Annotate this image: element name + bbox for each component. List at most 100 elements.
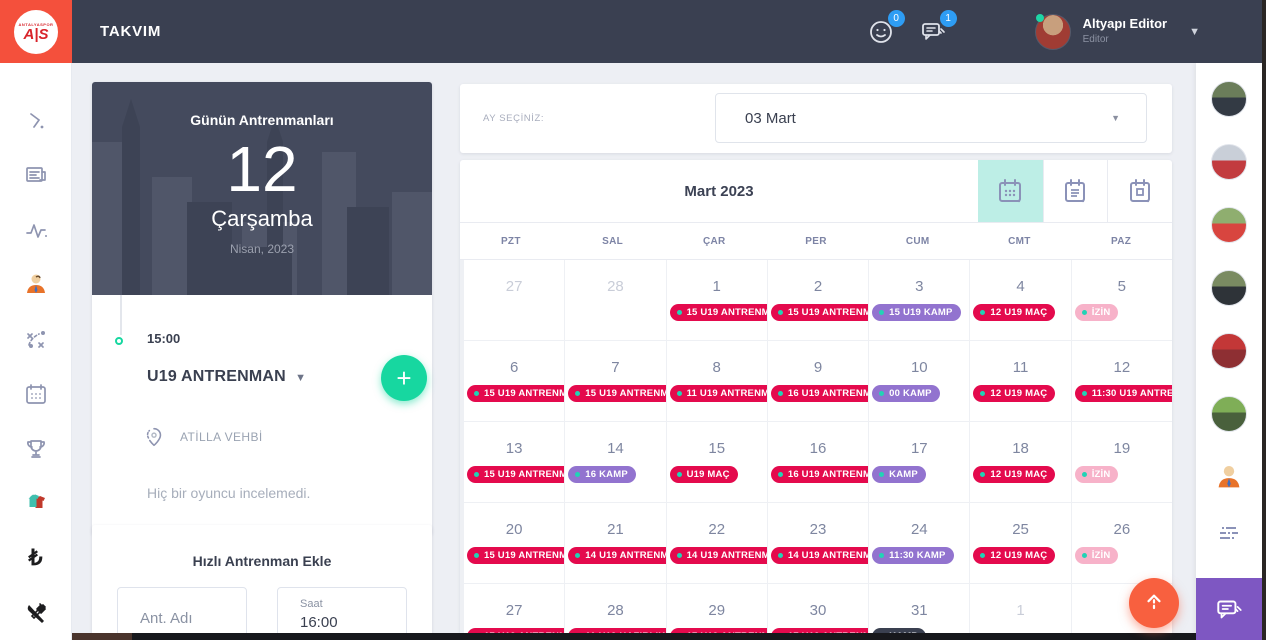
time-field-value[interactable]: 16:00 <box>300 614 406 631</box>
sidebar-nutrition-icon[interactable] <box>0 585 72 640</box>
event-badge[interactable]: 12 U19 MAÇ <box>973 304 1055 321</box>
day-view-toggle[interactable] <box>1107 160 1172 222</box>
event-badge[interactable]: 15 U19 ANTRENMAN <box>467 547 564 564</box>
event-badge[interactable]: 14 U19 ANTRENMAN <box>771 547 868 564</box>
calendar-day-cell[interactable]: 2314 U19 ANTRENMAN <box>768 503 868 583</box>
calendar-day-cell[interactable]: 2411:30 KAMP <box>869 503 969 583</box>
event-badge[interactable]: 16 U19 ANTRENMAN <box>771 466 868 483</box>
event-badge[interactable]: İZİN <box>1075 304 1119 321</box>
sidebar-player-icon[interactable] <box>0 257 72 312</box>
calendar-day-cell[interactable]: 12 11:30 U19 ANTRENMAN <box>1072 341 1172 421</box>
staff-avatar[interactable] <box>1211 207 1247 243</box>
calendar-day-cell[interactable]: 315 U19 KAMP <box>869 260 969 340</box>
event-badge[interactable]: 11 U19 ANTRENMAN <box>670 385 767 402</box>
calendar-day-cell[interactable]: 2114 U19 ANTRENMAN <box>565 503 665 583</box>
scroll-to-top-button[interactable] <box>1129 578 1179 628</box>
calendar-day-cell[interactable]: 1 <box>970 584 1070 640</box>
sidebar-player-button[interactable] <box>1211 459 1247 495</box>
event-badge[interactable]: 15 U19 ANTRENMAN <box>568 385 665 402</box>
event-badge[interactable]: 11:30 U19 ANTRENMAN <box>1075 385 1172 402</box>
app-logo[interactable]: ANTALYASPOR A|S <box>0 0 72 63</box>
event-badge[interactable]: İZİN <box>1075 466 1119 483</box>
calendar-day-cell[interactable]: 31KAMP <box>869 584 969 640</box>
event-badge[interactable]: İZİN <box>1075 547 1119 564</box>
calendar-day-cell[interactable]: 715 U19 ANTRENMAN <box>565 341 665 421</box>
staff-avatar[interactable] <box>1211 396 1247 432</box>
calendar-day-cell[interactable]: 215 U19 ANTRENMAN <box>768 260 868 340</box>
calendar-day-cell[interactable]: 20 15 U19 ANTRENMAN <box>464 503 564 583</box>
calendar-day-cell[interactable]: 2717 U19 ANTRENMAN <box>464 584 564 640</box>
calendar-day-cell[interactable]: 916 U19 ANTRENMAN <box>768 341 868 421</box>
calendar-day-cell[interactable]: 26İZİN <box>1072 503 1172 583</box>
calendar-day-cell[interactable]: 19İZİN <box>1072 422 1172 502</box>
event-badge[interactable]: 15 U19 ANTRENMAN <box>467 385 564 402</box>
event-label: 00 KAMP <box>889 388 932 399</box>
training-name-input[interactable] <box>140 610 240 627</box>
calendar-day-cell[interactable]: 17KAMP <box>869 422 969 502</box>
sidebar-calendar-icon[interactable] <box>0 367 72 422</box>
calendar-day-cell[interactable]: 28 <box>565 260 665 340</box>
calendar-day-cell[interactable]: 811 U19 ANTRENMAN <box>667 341 767 421</box>
calendar-day-cell[interactable]: 5İZİN <box>1072 260 1172 340</box>
mood-notifications-button[interactable]: 0 <box>867 17 897 47</box>
event-badge[interactable]: 15 U19 ANTRENMAN <box>467 466 564 483</box>
messages-button[interactable]: 1 <box>919 17 949 47</box>
event-badge[interactable]: 12 U19 MAÇ <box>973 466 1055 483</box>
calendar-day-cell[interactable]: 15 U19 MAÇ <box>667 422 767 502</box>
event-badge[interactable]: 12 U19 MAÇ <box>973 385 1055 402</box>
calendar-day-cell[interactable]: 2917 U19 ANTRENMAN <box>667 584 767 640</box>
calendar-day-cell[interactable]: 27 <box>464 260 564 340</box>
event-badge[interactable]: 15 U19 ANTRENMAN <box>670 304 767 321</box>
sidebar-activity-icon[interactable] <box>0 202 72 257</box>
calendar-day-cell[interactable]: 22 14 U19 ANTRENMAN <box>667 503 767 583</box>
month-select[interactable]: 03 Mart ▼ <box>715 93 1147 143</box>
day-number: 20 <box>464 521 564 538</box>
chat-panel-button[interactable] <box>1196 578 1262 640</box>
event-badge[interactable]: 11:30 KAMP <box>872 547 953 564</box>
day-number: 15 <box>667 440 767 457</box>
day-number: 6 <box>464 359 564 376</box>
month-view-toggle[interactable] <box>978 160 1043 222</box>
calendar-day-cell[interactable]: 2512 U19 MAÇ <box>970 503 1070 583</box>
agenda-view-toggle[interactable] <box>1043 160 1108 222</box>
event-badge[interactable]: 12 U19 MAÇ <box>973 547 1055 564</box>
calendar-day-cell[interactable]: 412 U19 MAÇ <box>970 260 1070 340</box>
sidebar-lira-icon[interactable]: ₺ <box>0 531 72 586</box>
add-training-button[interactable]: + <box>381 355 427 401</box>
sidebar-jerseys-icon[interactable] <box>0 476 72 531</box>
calendar-day-cell[interactable]: 1416 KAMP <box>565 422 665 502</box>
event-badge[interactable]: 15 U19 ANTRENMAN <box>771 304 868 321</box>
calendar-day-cell[interactable]: 1616 U19 ANTRENMAN <box>768 422 868 502</box>
event-title[interactable]: U19 ANTRENMAN ▼ <box>147 368 306 386</box>
calendar-day-cell[interactable]: 3017 U19 ANTRENMAN <box>768 584 868 640</box>
staff-avatar[interactable] <box>1211 81 1247 117</box>
user-menu[interactable]: Altyapı Editor Editor ▼ <box>1035 14 1200 50</box>
event-badge[interactable]: U19 MAÇ <box>670 466 738 483</box>
day-number: 22 <box>667 521 767 538</box>
event-badge[interactable]: 14 U19 ANTRENMAN <box>568 547 665 564</box>
calendar-day-cell[interactable]: 1812 U19 MAÇ <box>970 422 1070 502</box>
sidebar-trophy-icon[interactable] <box>0 421 72 476</box>
day-number: 12 <box>1072 359 1172 376</box>
calendar-day-cell[interactable]: 1000 KAMP <box>869 341 969 421</box>
event-badge[interactable]: 16 U19 ANTRENMAN <box>771 385 868 402</box>
sidebar-tactics-icon[interactable] <box>0 312 72 367</box>
staff-avatar[interactable] <box>1211 333 1247 369</box>
event-badge[interactable]: 15 U19 KAMP <box>872 304 960 321</box>
calendar-day-cell[interactable]: 115 U19 ANTRENMAN <box>667 260 767 340</box>
event-dot-icon <box>474 472 479 477</box>
roster-list-button[interactable] <box>1211 515 1247 551</box>
sidebar-collapse-arrow-icon[interactable] <box>0 93 72 148</box>
event-badge[interactable]: KAMP <box>872 466 926 483</box>
calendar-day-cell[interactable]: 2811 U19 HAZIRLIK M <box>565 584 665 640</box>
event-badge[interactable]: 00 KAMP <box>872 385 940 402</box>
staff-avatar[interactable] <box>1211 144 1247 180</box>
event-badge[interactable]: 14 U19 ANTRENMAN <box>670 547 767 564</box>
calendar-day-cell[interactable]: 1315 U19 ANTRENMAN <box>464 422 564 502</box>
timeline-line <box>120 295 122 335</box>
staff-avatar[interactable] <box>1211 270 1247 306</box>
sidebar-news-icon[interactable] <box>0 148 72 203</box>
event-badge[interactable]: 16 KAMP <box>568 466 636 483</box>
calendar-day-cell[interactable]: 6 15 U19 ANTRENMAN <box>464 341 564 421</box>
calendar-day-cell[interactable]: 1112 U19 MAÇ <box>970 341 1070 421</box>
